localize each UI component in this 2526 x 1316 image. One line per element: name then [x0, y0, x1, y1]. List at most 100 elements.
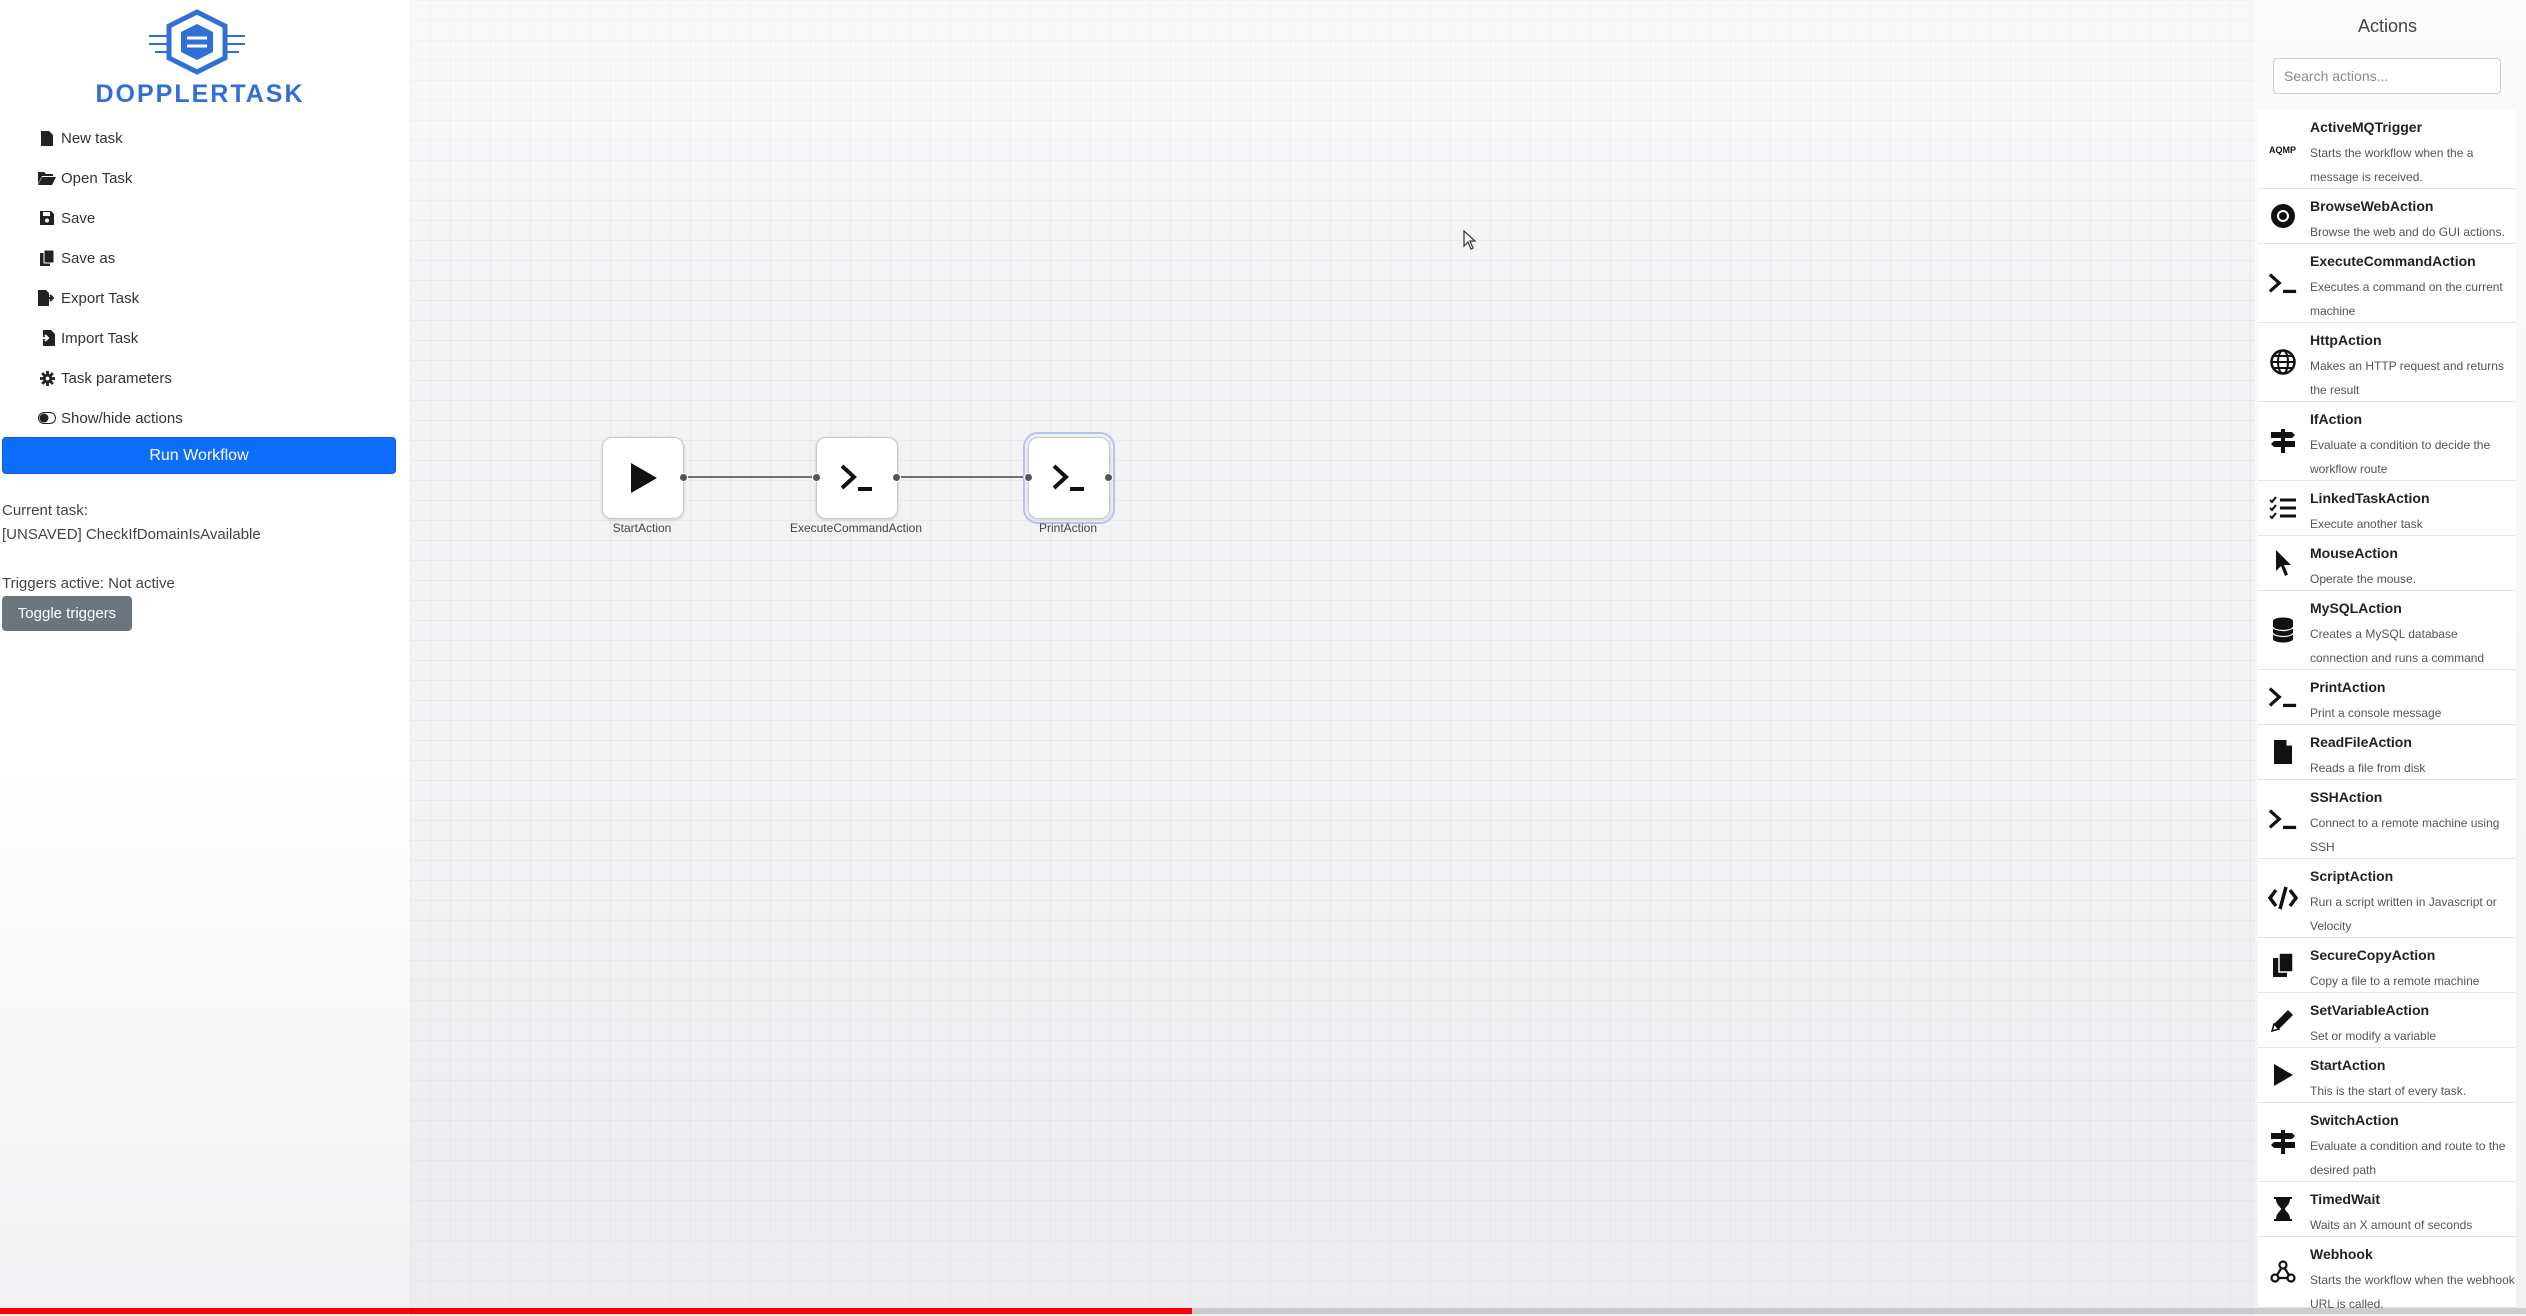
action-item-set-variable-action[interactable]: SetVariableAction Set or modify a variab… — [2258, 993, 2516, 1048]
gear-icon — [38, 369, 56, 387]
menu-export-task[interactable]: Export Task — [38, 283, 139, 313]
hourglass-icon — [2268, 1194, 2298, 1224]
copy-icon — [38, 249, 56, 267]
copy-icon — [2268, 950, 2298, 980]
action-name: BrowseWebAction — [2310, 198, 2434, 214]
action-name: TimedWait — [2310, 1191, 2381, 1207]
folder-open-icon — [38, 169, 56, 187]
action-item-secure-copy-action[interactable]: SecureCopyAction Copy a file to a remote… — [2258, 938, 2516, 993]
action-name: SetVariableAction — [2310, 1002, 2430, 1018]
play-icon — [2268, 1060, 2298, 1090]
action-item-execute-command-action[interactable]: ExecuteCommandAction Executes a command … — [2258, 244, 2516, 323]
list-check-icon — [2268, 493, 2298, 523]
action-item-ssh-action[interactable]: SSHAction Connect to a remote machine us… — [2258, 780, 2516, 859]
action-description: Copy a file to a remote machine — [2310, 974, 2480, 988]
menu-new-task[interactable]: New task — [38, 123, 123, 153]
action-name: ExecuteCommandAction — [2310, 253, 2476, 269]
action-description: Set or modify a variable — [2310, 1029, 2437, 1043]
action-item-start-action[interactable]: StartAction This is the start of every t… — [2258, 1048, 2516, 1103]
app-logo: DOPPLERTASK — [95, 8, 305, 108]
menu-open-task[interactable]: Open Task — [38, 163, 132, 193]
menu-task-parameters[interactable]: Task parameters — [38, 363, 172, 393]
signpost-icon — [2268, 1127, 2298, 1157]
signpost-icon — [2268, 426, 2298, 456]
actions-search-input[interactable] — [2273, 58, 2501, 94]
action-item-print-action[interactable]: PrintAction Print a console message — [2258, 670, 2516, 725]
input-port[interactable] — [1024, 473, 1033, 482]
action-item-switch-action[interactable]: SwitchAction Evaluate a condition and ro… — [2258, 1103, 2516, 1182]
menu-save[interactable]: Save — [38, 203, 95, 233]
menu-task-parameters-label: Task parameters — [61, 369, 172, 387]
action-description: Run a script written in Javascript or Ve… — [2310, 895, 2497, 933]
menu-import-task[interactable]: Import Task — [38, 323, 138, 353]
action-name: IfAction — [2310, 411, 2363, 427]
action-description: Executes a command on the current machin… — [2310, 280, 2503, 318]
menu-save-label: Save — [61, 209, 96, 227]
menu-import-task-label: Import Task — [61, 329, 139, 347]
export-icon — [38, 289, 56, 307]
action-name: HttpAction — [2310, 332, 2382, 348]
pencil-icon — [2268, 1005, 2298, 1035]
action-item-browse-web-action[interactable]: BrowseWebAction Browse the web and do GU… — [2258, 189, 2516, 244]
menu-open-task-label: Open Task — [61, 169, 133, 187]
current-task-label: Current task: — [2, 502, 88, 519]
webhook-icon — [2268, 1257, 2298, 1287]
output-port[interactable] — [892, 473, 901, 482]
action-name: SecureCopyAction — [2310, 947, 2436, 963]
workflow-connections — [683, 476, 1028, 478]
node-label: ExecuteCommandAction — [789, 521, 923, 535]
save-icon — [38, 209, 56, 227]
mouse-pointer-icon — [2268, 548, 2298, 578]
menu-show-hide-actions[interactable]: Show/hide actions — [38, 403, 183, 433]
action-description: Evaluate a condition and route to the de… — [2310, 1139, 2506, 1177]
logo-hexagon-icon — [149, 9, 245, 75]
workflow-canvas[interactable]: StartAction ExecuteCommandAction PrintAc… — [410, 0, 2255, 1316]
action-description: Makes an HTTP request and returns the re… — [2310, 359, 2504, 397]
action-name: ReadFileAction — [2310, 734, 2412, 750]
output-port[interactable] — [1104, 473, 1113, 482]
menu-save-as[interactable]: Save as — [38, 243, 115, 273]
file-icon — [38, 129, 56, 147]
sidebar: DOPPLERTASK New task Open Task Save Save… — [0, 0, 410, 1316]
action-item-read-file-action[interactable]: ReadFileAction Reads a file from disk — [2258, 725, 2516, 780]
menu-show-hide-actions-label: Show/hide actions — [61, 409, 183, 427]
action-item-if-action[interactable]: IfAction Evaluate a condition to decide … — [2258, 402, 2516, 481]
video-progress-fill — [0, 1308, 1193, 1314]
action-item-script-action[interactable]: ScriptAction Run a script written in Jav… — [2258, 859, 2516, 938]
triggers-status: Triggers active: Not active — [2, 575, 175, 592]
node-label: StartAction — [612, 521, 672, 535]
toggle-triggers-button[interactable]: Toggle triggers — [2, 596, 132, 631]
mouse-cursor-icon — [1463, 230, 1477, 250]
action-description: Operate the mouse. — [2310, 572, 2417, 586]
action-item-mouse-action[interactable]: MouseAction Operate the mouse. — [2258, 536, 2516, 591]
action-description: Execute another task — [2310, 517, 2423, 531]
input-port[interactable] — [812, 473, 821, 482]
action-description: Connect to a remote machine using SSH — [2310, 816, 2500, 854]
action-description: Creates a MySQL database connection and … — [2310, 627, 2485, 665]
action-item-mysql-action[interactable]: MySQLAction Creates a MySQL database con… — [2258, 591, 2516, 670]
action-description: Waits an X amount of seconds — [2310, 1218, 2473, 1232]
video-progress-bar[interactable] — [0, 1308, 2526, 1314]
logo-text: DOPPLERTASK — [95, 80, 305, 108]
output-port[interactable] — [679, 473, 688, 482]
play-icon — [631, 463, 657, 493]
current-task-value: [UNSAVED] CheckIfDomainIsAvailable — [2, 526, 261, 543]
run-workflow-button[interactable]: Run Workflow — [2, 437, 396, 474]
action-item-timed-wait[interactable]: TimedWait Waits an X amount of seconds — [2258, 1182, 2516, 1237]
terminal-icon — [840, 464, 872, 491]
action-item-activemq-trigger[interactable]: AQMP ActiveMQTrigger Starts the workflow… — [2258, 110, 2516, 189]
menu-export-task-label: Export Task — [61, 289, 140, 307]
amqp-icon: AQMP — [2268, 134, 2298, 164]
workflow-node-print-action[interactable] — [1023, 432, 1115, 524]
action-item-linked-task-action[interactable]: LinkedTaskAction Execute another task — [2258, 481, 2516, 536]
action-item-http-action[interactable]: HttpAction Makes an HTTP request and ret… — [2258, 323, 2516, 402]
workflow-node-execute-command-action[interactable] — [816, 437, 898, 519]
chrome-icon — [2268, 201, 2298, 231]
workflow-node-start-action[interactable] — [602, 437, 684, 519]
action-description: Browse the web and do GUI actions. — [2310, 225, 2505, 239]
action-name: MouseAction — [2310, 545, 2398, 561]
action-description: This is the start of every task. — [2310, 1084, 2467, 1098]
action-item-webhook[interactable]: Webhook Starts the workflow when the web… — [2258, 1237, 2516, 1311]
action-name: StartAction — [2310, 1057, 2386, 1073]
import-icon — [38, 329, 56, 347]
